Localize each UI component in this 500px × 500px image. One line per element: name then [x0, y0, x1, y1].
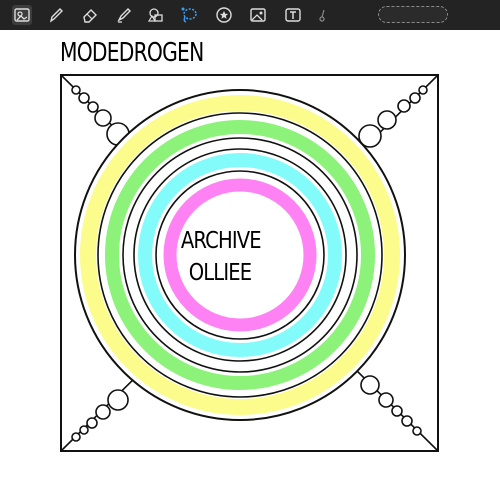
outer-disk	[74, 89, 406, 421]
center-label-line1: ARCHIVE	[180, 228, 262, 254]
center-label-line2: OLLIEE	[188, 260, 252, 286]
